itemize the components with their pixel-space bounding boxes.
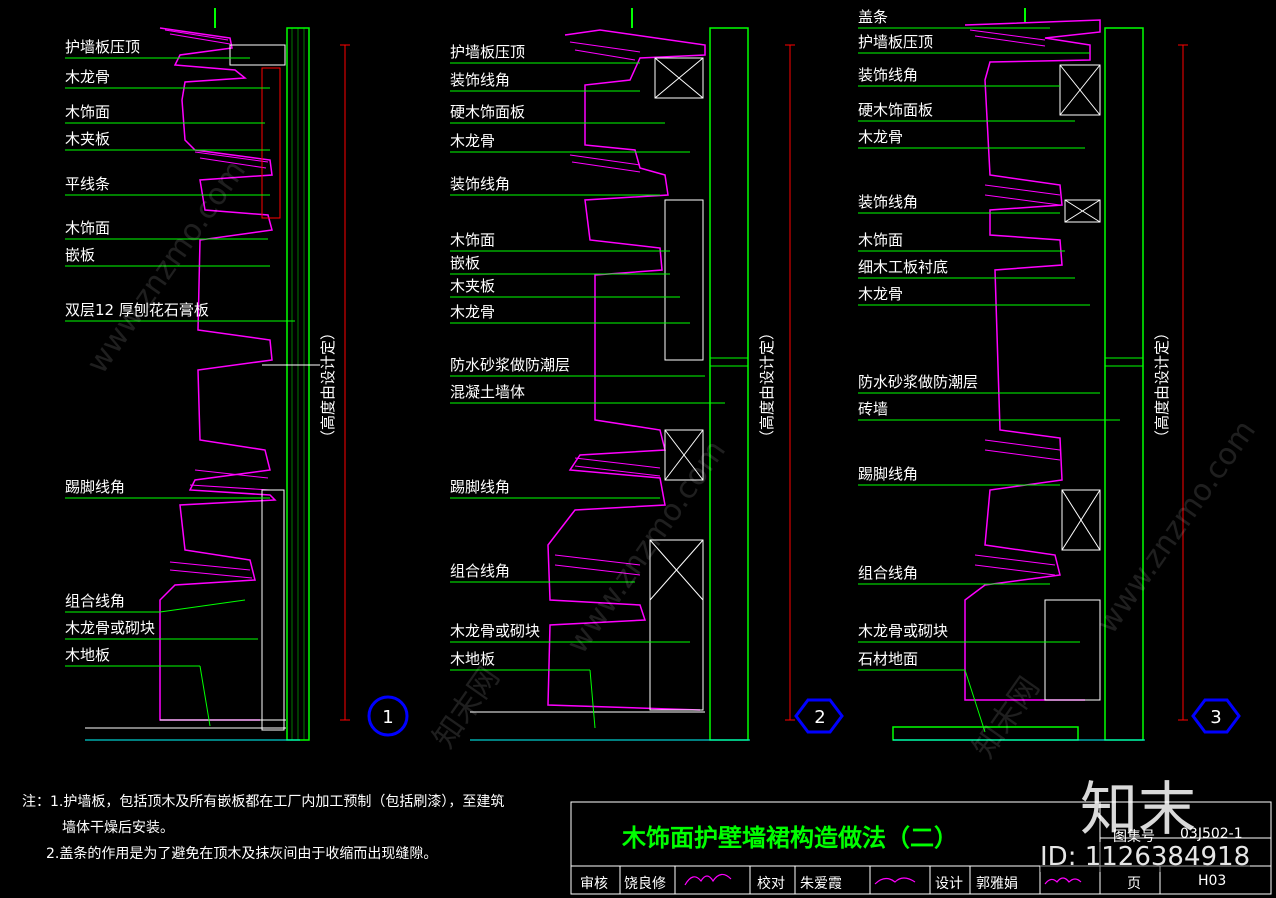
height-note-1: （高度由设计定）: [319, 325, 337, 445]
label-d3-12: 组合线角: [858, 564, 918, 582]
page-label: 页: [1127, 876, 1141, 892]
label-d2-7: 木夹板: [450, 277, 495, 295]
check-label: 校对: [757, 876, 785, 892]
detail-number-1: 1: [382, 707, 393, 728]
profile-2: [547, 29, 706, 711]
design-label: 设计: [935, 876, 963, 892]
label-d3-13: 木龙骨或砌块: [858, 622, 948, 640]
signature-reviewer: [684, 873, 732, 886]
label-d2-5: 木饰面: [450, 231, 495, 249]
watermark-id: ID: 1126384918: [1040, 842, 1251, 872]
label-d1-10: 木龙骨或砌块: [65, 619, 155, 637]
label-d2-6: 嵌板: [450, 254, 480, 272]
label-d1-4: 平线条: [65, 175, 110, 193]
label-d3-1: 护墙板压顶: [858, 33, 933, 51]
note-line-1: 注：1.护墙板，包括顶木及所有嵌板都在工厂内加工预制（包括刷漆），至建筑: [22, 794, 505, 810]
label-d1-1: 木龙骨: [65, 68, 110, 86]
drawing-title: 木饰面护壁墙裙构造做法（二）: [622, 824, 958, 852]
label-d3-6: 木饰面: [858, 231, 903, 249]
label-d3-10: 砖墙: [858, 400, 888, 418]
notes: 注：1.护墙板，包括顶木及所有嵌板都在工厂内加工预制（包括刷漆），至建筑 墙体干…: [22, 789, 562, 867]
label-d1-5: 木饰面: [65, 219, 110, 237]
label-d2-12: 组合线角: [450, 562, 510, 580]
signature-checker: [874, 877, 916, 885]
label-d2-9: 防水砂浆做防潮层: [450, 356, 570, 374]
label-d2-2: 硬木饰面板: [450, 103, 525, 121]
label-d3-2: 装饰线角: [858, 66, 918, 84]
label-d2-3: 木龙骨: [450, 132, 495, 150]
page-number: H03: [1198, 873, 1227, 889]
label-d3-5: 装饰线角: [858, 193, 918, 211]
watermark-logo: 知末: [1080, 775, 1197, 843]
label-d3-9: 防水砂浆做防潮层: [858, 373, 978, 391]
label-d3-7: 细木工板衬底: [858, 258, 948, 276]
wall-2: [709, 27, 749, 741]
note-line-3: 2.盖条的作用是为了避免在顶木及抹灰间由于收缩而出现缝隙。: [46, 846, 438, 862]
profile-1: [159, 27, 277, 721]
detail-number-2: 2: [814, 707, 825, 728]
label-d1-6: 嵌板: [65, 246, 95, 264]
profile-3: [964, 19, 1101, 701]
detail-1: （高度由设计定） 1 护墙板压顶 木龙骨 木饰面 木夹板 平线条 木饰面 嵌板 …: [65, 8, 409, 741]
label-d2-10: 混凝土墙体: [450, 383, 525, 401]
label-d2-4: 装饰线角: [450, 175, 510, 193]
label-d2-11: 踢脚线角: [450, 478, 510, 496]
height-note-2: （高度由设计定）: [758, 325, 776, 445]
label-d3-14: 石材地面: [858, 650, 918, 668]
label-d3-0: 盖条: [858, 8, 888, 26]
label-d2-0: 护墙板压顶: [450, 43, 525, 61]
label-d3-3: 硬木饰面板: [858, 101, 933, 119]
label-d1-9: 组合线角: [65, 592, 125, 610]
reviewer-name: 饶良修: [624, 876, 666, 892]
label-d2-1: 装饰线角: [450, 71, 510, 89]
signature-designer: [1044, 877, 1082, 885]
label-d3-4: 木龙骨: [858, 128, 903, 146]
label-d1-2: 木饰面: [65, 103, 110, 121]
label-d2-8: 木龙骨: [450, 303, 495, 321]
note-line-2: 墙体干燥后安装。: [62, 820, 174, 836]
designer-name: 郭雅娟: [976, 876, 1018, 892]
detail-3: （高度由设计定） 3 盖条 护墙板压顶 装饰线角 硬木饰面板 木龙骨 装饰线角 …: [858, 8, 1241, 741]
detail-number-3: 3: [1210, 707, 1221, 728]
label-d1-0: 护墙板压顶: [65, 38, 140, 56]
label-d3-8: 木龙骨: [858, 285, 903, 303]
detail-2: （高度由设计定） 2 护墙板压顶 装饰线角 硬木饰面板 木龙骨 装饰线角 木饰面…: [450, 8, 844, 741]
checker-name: 朱爱霞: [800, 876, 842, 892]
label-d2-13: 木龙骨或砌块: [450, 622, 540, 640]
label-d3-11: 踢脚线角: [858, 465, 918, 483]
label-d1-3: 木夹板: [65, 130, 110, 148]
review-label: 审核: [580, 876, 608, 892]
height-note-3: （高度由设计定）: [1153, 325, 1171, 445]
label-d1-8: 踢脚线角: [65, 478, 125, 496]
label-d1-11: 木地板: [65, 646, 110, 664]
